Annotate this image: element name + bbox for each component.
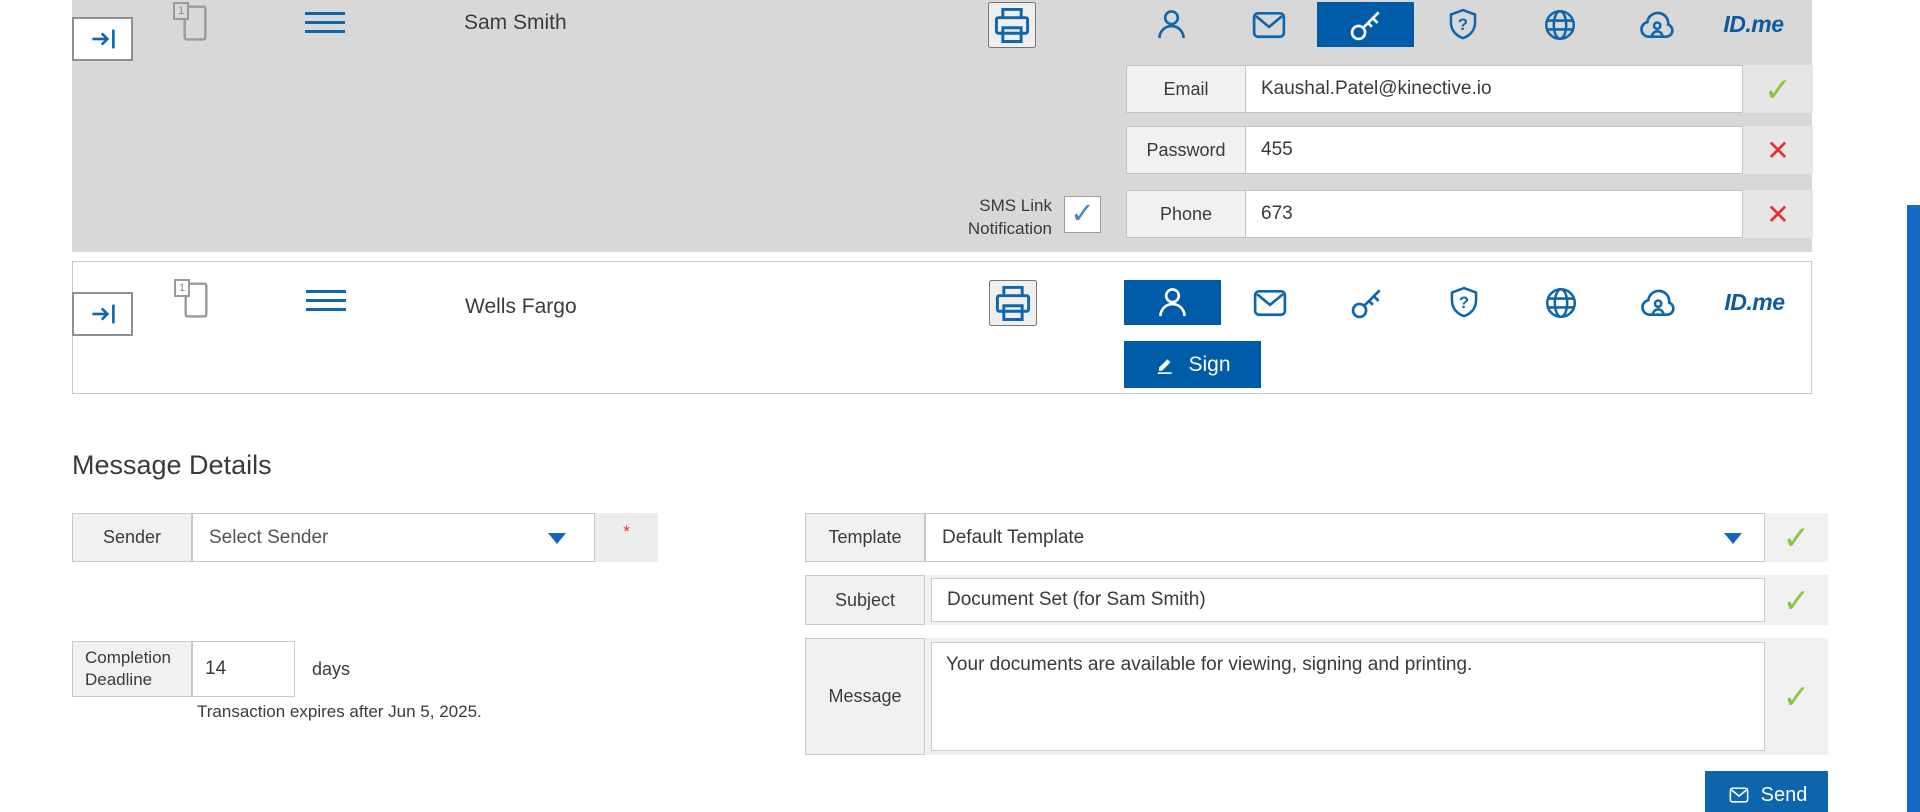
person-icon [1154, 284, 1191, 321]
recipient-name: Sam Smith [464, 11, 567, 35]
send-envelope-icon [1726, 784, 1752, 806]
printer-icon [990, 3, 1034, 47]
valid-check-icon: ✓ [1783, 677, 1811, 716]
open-recipient-button[interactable] [72, 17, 133, 61]
person-icon [1153, 6, 1190, 43]
cloud-user-icon [1638, 283, 1678, 323]
chevron-down-icon [1724, 533, 1742, 544]
print-button[interactable] [988, 2, 1036, 48]
auth-idme-button[interactable]: ID.me [1705, 2, 1802, 47]
auth-in-person-button[interactable] [1124, 280, 1221, 325]
checkbox-check-icon: ✓ [1070, 200, 1094, 229]
sign-button[interactable]: Sign [1124, 341, 1261, 388]
valid-check-icon: ✓ [1783, 581, 1811, 620]
print-button[interactable] [989, 280, 1037, 326]
phone-input[interactable]: 673 [1246, 190, 1743, 238]
phone-field-label: Phone [1126, 190, 1246, 238]
auth-idme-button[interactable]: ID.me [1706, 280, 1803, 325]
auth-password-button[interactable] [1317, 2, 1414, 47]
sender-row: Sender Select Sender * [72, 513, 658, 562]
auth-in-person-button[interactable] [1123, 2, 1220, 47]
message-details-heading: Message Details [72, 450, 272, 481]
valid-check-icon: ✓ [1764, 70, 1792, 109]
globe-icon [1541, 6, 1579, 44]
send-button-label: Send [1761, 784, 1808, 807]
idme-logo: ID.me [1723, 11, 1783, 38]
drag-handle-icon[interactable] [305, 12, 345, 33]
subject-row: Subject Document Set (for Sam Smith) ✓ [805, 575, 1828, 625]
completion-deadline-row: Completion Deadline 14 days [72, 641, 350, 697]
sender-dropdown-value: Select Sender [209, 527, 328, 549]
subject-label: Subject [805, 575, 925, 625]
esign-transaction-page: 1 Sam Smith [0, 0, 1920, 812]
auth-method-toolbar: ID.me [1124, 280, 1803, 325]
auth-email-button[interactable] [1221, 280, 1318, 325]
completion-deadline-input[interactable]: 14 [192, 641, 295, 697]
message-label: Message [805, 638, 925, 755]
recipient-row-wells-fargo: 1 Wells Fargo [72, 261, 1812, 394]
auth-remote-identity-button[interactable] [1608, 2, 1705, 47]
phone-field-row: Phone 673 ✕ [1126, 190, 1813, 238]
password-field-row: Password 455 ✕ [1126, 126, 1813, 174]
printer-icon [991, 281, 1035, 325]
password-field-label: Password [1126, 126, 1246, 174]
days-suffix-label: days [312, 659, 350, 680]
auth-security-question-button[interactable] [1414, 2, 1511, 47]
document-count-button[interactable]: 1 [178, 3, 210, 43]
envelope-icon [1250, 6, 1288, 44]
message-textarea[interactable]: Your documents are available for viewing… [931, 642, 1765, 751]
enter-arrow-icon [88, 24, 118, 54]
template-row: Template Default Template ✓ [805, 513, 1828, 562]
shield-question-icon [1445, 284, 1483, 322]
idme-logo: ID.me [1724, 289, 1784, 316]
recipient-name: Wells Fargo [465, 295, 577, 319]
sender-dropdown[interactable]: Select Sender [192, 513, 595, 562]
enter-arrow-icon [88, 299, 118, 329]
invalid-x-icon: ✕ [1766, 134, 1789, 167]
chevron-down-icon [548, 533, 566, 544]
sign-button-label: Sign [1188, 353, 1230, 377]
template-dropdown-value: Default Template [942, 527, 1084, 549]
transaction-expiry-note: Transaction expires after Jun 5, 2025. [197, 702, 482, 722]
auth-remote-identity-button[interactable] [1609, 280, 1706, 325]
message-row: Message Your documents are available for… [805, 638, 1828, 755]
auth-web-button[interactable] [1511, 2, 1608, 47]
email-field-label: Email [1126, 65, 1246, 113]
sms-link-notification-label: SMS Link Notification [862, 194, 1052, 240]
document-count-button[interactable]: 1 [179, 280, 211, 320]
drag-handle-icon[interactable] [306, 290, 346, 311]
template-label: Template [805, 513, 925, 562]
auth-method-toolbar: ID.me [1123, 2, 1802, 47]
key-icon [1348, 284, 1386, 322]
template-dropdown[interactable]: Default Template [925, 513, 1765, 562]
sender-required-marker: * [595, 513, 658, 562]
send-button[interactable]: Send [1705, 771, 1828, 812]
email-field-row: Email Kaushal.Patel@kinective.io ✓ [1126, 65, 1813, 113]
auth-password-button[interactable] [1318, 280, 1415, 325]
key-icon [1347, 6, 1385, 44]
email-input[interactable]: Kaushal.Patel@kinective.io [1246, 65, 1743, 113]
auth-email-button[interactable] [1220, 2, 1317, 47]
document-count-badge: 1 [174, 279, 190, 297]
open-recipient-button[interactable] [72, 292, 133, 336]
auth-security-question-button[interactable] [1415, 280, 1512, 325]
pen-icon [1154, 353, 1177, 376]
globe-icon [1542, 284, 1580, 322]
envelope-icon [1251, 284, 1289, 322]
valid-check-icon: ✓ [1783, 518, 1811, 557]
subject-input[interactable]: Document Set (for Sam Smith) [931, 578, 1765, 622]
cloud-user-icon [1637, 5, 1677, 45]
auth-web-button[interactable] [1512, 280, 1609, 325]
document-count-badge: 1 [173, 2, 189, 20]
password-input[interactable]: 455 [1246, 126, 1743, 174]
shield-question-icon [1444, 6, 1482, 44]
invalid-x-icon: ✕ [1766, 198, 1789, 231]
completion-deadline-label: Completion Deadline [72, 641, 192, 697]
vertical-scrollbar[interactable] [1907, 205, 1920, 812]
sms-link-notification-checkbox[interactable]: ✓ [1064, 196, 1101, 233]
recipient-row-sam-smith: 1 Sam Smith [72, 0, 1812, 252]
sender-label: Sender [72, 513, 192, 562]
